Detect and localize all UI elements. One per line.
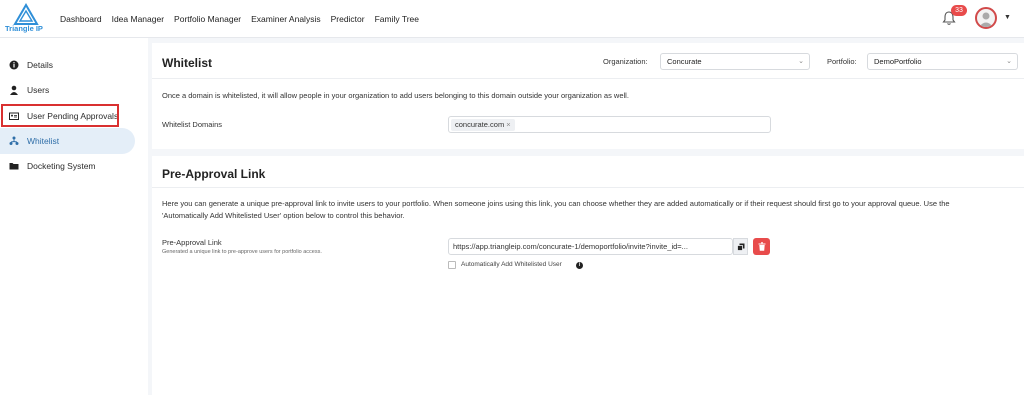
domain-tag: concurate.com × <box>451 119 515 131</box>
whitelist-domains-input[interactable]: concurate.com × <box>448 116 771 133</box>
top-navbar: Triangle IP Dashboard Idea Manager Portf… <box>0 0 1024 38</box>
sidebar: Details Users User Pending Approvals Whi… <box>0 38 148 395</box>
chevron-down-icon: ⌄ <box>1006 58 1012 65</box>
organization-select[interactable]: Concurate ⌄ <box>660 53 810 70</box>
portfolio-select[interactable]: DemoPortfolio ⌄ <box>867 53 1018 70</box>
divider <box>152 187 1024 188</box>
pre-approval-link-label: Pre-Approval Link <box>162 238 222 247</box>
whitelist-description: Once a domain is whitelisted, it will al… <box>162 91 629 100</box>
auto-add-label: Automatically Add Whitelisted User <box>461 261 562 268</box>
main-nav: Dashboard Idea Manager Portfolio Manager… <box>60 0 419 37</box>
pre-approval-title: Pre-Approval Link <box>162 167 266 181</box>
sidebar-item-details[interactable]: Details <box>0 52 135 78</box>
notification-badge: 33 <box>951 5 967 16</box>
avatar[interactable] <box>975 7 997 29</box>
sidebar-item-label: Users <box>27 85 50 95</box>
whitelist-card: Whitelist Organization: Concurate ⌄ Port… <box>152 43 1024 149</box>
sidebar-item-label: Docketing System <box>27 161 96 171</box>
delete-button[interactable] <box>753 238 770 255</box>
nav-dashboard[interactable]: Dashboard <box>60 14 102 24</box>
sidebar-item-whitelist[interactable]: Whitelist <box>0 128 135 154</box>
organization-label: Organization: <box>603 57 648 66</box>
pre-approval-description-line1: Here you can generate a unique pre-appro… <box>162 199 950 208</box>
info-icon <box>9 60 19 70</box>
portfolio-label: Portfolio: <box>827 57 857 66</box>
trash-icon <box>758 242 765 251</box>
info-icon[interactable]: i <box>576 262 583 269</box>
pre-approval-link-field[interactable]: https://app.triangleip.com/concurate-1/d… <box>448 238 733 255</box>
chevron-down-icon[interactable]: ▼ <box>1004 14 1011 21</box>
sidebar-item-label: Whitelist <box>27 136 60 146</box>
sidebar-item-label: Details <box>27 60 53 70</box>
auto-add-checkbox[interactable] <box>448 261 456 269</box>
logo-text: Triangle IP <box>5 24 43 33</box>
nav-predictor[interactable]: Predictor <box>331 14 365 24</box>
portfolio-value: DemoPortfolio <box>874 57 922 66</box>
pre-approval-description-line2: 'Automatically Add Whitelisted User' opt… <box>162 211 405 220</box>
chevron-down-icon: ⌄ <box>798 58 804 65</box>
folder-icon <box>9 161 19 171</box>
divider <box>152 78 1024 79</box>
user-icon <box>9 85 19 95</box>
copy-button[interactable] <box>733 238 748 255</box>
copy-icon <box>736 243 744 251</box>
network-icon <box>9 136 19 146</box>
organization-value: Concurate <box>667 57 702 66</box>
nav-examiner-analysis[interactable]: Examiner Analysis <box>251 14 320 24</box>
close-icon[interactable]: × <box>506 120 510 129</box>
sidebar-item-docketing-system[interactable]: Docketing System <box>0 153 135 179</box>
nav-portfolio-manager[interactable]: Portfolio Manager <box>174 14 241 24</box>
pre-approval-card: Pre-Approval Link Here you can generate … <box>152 156 1024 395</box>
domain-tag-label: concurate.com <box>455 120 505 129</box>
nav-family-tree[interactable]: Family Tree <box>375 14 419 24</box>
highlight-annotation <box>1 104 119 127</box>
pre-approval-link-sublabel: Generated a unique link to pre-approve u… <box>162 249 322 255</box>
whitelist-title: Whitelist <box>162 56 212 70</box>
sidebar-item-users[interactable]: Users <box>0 77 135 103</box>
nav-idea-manager[interactable]: Idea Manager <box>112 14 164 24</box>
whitelist-domains-label: Whitelist Domains <box>162 120 223 129</box>
